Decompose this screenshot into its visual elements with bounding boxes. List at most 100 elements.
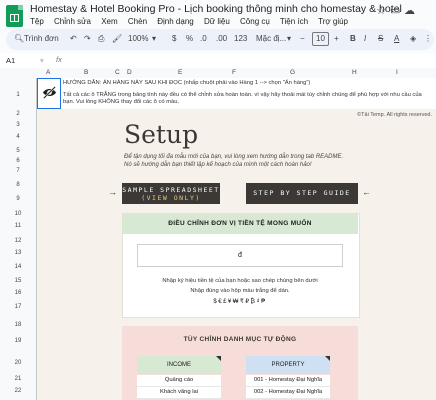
column-header-g[interactable]: G — [290, 69, 295, 76]
row-header-4[interactable]: 4 — [0, 134, 36, 140]
decrease-decimal-button[interactable]: .0 — [200, 34, 207, 43]
column-header-h[interactable]: H — [352, 69, 357, 76]
fill-color-icon[interactable]: ◈ — [410, 34, 416, 43]
currency-format-button[interactable]: $ — [172, 34, 176, 43]
row-header-22[interactable]: 22 — [0, 388, 36, 394]
move-folder-icon[interactable]: ▭ — [390, 4, 400, 17]
row-header-7[interactable]: 7 — [0, 168, 36, 174]
currency-instruction-line-1: Nhập ký hiệu tiền tệ của bạn hoặc sao ch… — [162, 278, 318, 284]
number-format-button[interactable]: 123 — [234, 34, 247, 43]
income-column-header[interactable]: INCOME — [137, 356, 221, 374]
sample-button-label: SAMPLE SPREADSHEET — [122, 186, 220, 194]
menu-edit[interactable]: Chỉnh sửa — [54, 17, 91, 26]
row-header-10[interactable]: 10 — [0, 211, 36, 217]
sheets-logo-icon[interactable] — [6, 5, 23, 27]
menu-format[interactable]: Định dạng — [157, 17, 193, 26]
font-dropdown-icon[interactable]: ▾ — [287, 34, 291, 43]
list-item[interactable]: Quảng cáo — [137, 375, 221, 387]
italic-button[interactable]: I — [364, 34, 366, 43]
list-item[interactable]: 001 - Homestay Đại Nghĩa — [246, 375, 330, 387]
print-icon[interactable]: ⎙ — [98, 34, 104, 44]
list-item[interactable]: 002 - Homestay Đại Nghĩa — [246, 387, 330, 399]
row-header-13[interactable]: 13 — [0, 250, 36, 256]
income-header-label: INCOME — [167, 362, 191, 368]
zoom-select[interactable]: 100% — [128, 34, 148, 43]
row-header-9[interactable]: 9 — [0, 196, 36, 202]
row-header-3[interactable]: 3 — [0, 122, 36, 128]
menu-insert[interactable]: Chèn — [128, 17, 147, 26]
instruction-line-2: Tất cả các ô TRẮNG trong bảng tính này đ… — [63, 91, 422, 106]
arrow-left-icon: ← — [362, 187, 371, 197]
row-header-19[interactable]: 19 — [0, 338, 36, 344]
row-header-21[interactable]: 21 — [0, 376, 36, 382]
text-color-button[interactable]: A — [394, 34, 399, 43]
currency-symbol-list: $€£¥₩₹₽₿₫₱ — [213, 299, 267, 305]
font-size-decrease-icon[interactable]: − — [300, 34, 305, 43]
income-list: Quảng cáo Khách vãng lai — [137, 375, 221, 399]
row-header-15[interactable]: 15 — [0, 278, 36, 284]
name-box-dropdown-icon[interactable]: ▾ — [40, 56, 44, 65]
column-header-i[interactable]: I — [396, 69, 398, 76]
menu-data[interactable]: Dữ liệu — [204, 17, 230, 26]
list-item[interactable]: Khách vãng lai — [137, 387, 221, 399]
menu-extensions[interactable]: Tiện ích — [280, 17, 308, 26]
search-icon[interactable]: 🔍︎ — [14, 34, 24, 43]
row-header-11[interactable]: 11 — [0, 223, 36, 229]
toolbar: 🔍︎ Trình đơn ↶ ↷ ⎙ 🖌︎ 100% ▾ $ % .0 .00 … — [6, 29, 434, 50]
row-header-17[interactable]: 17 — [0, 304, 36, 310]
fx-icon: fx — [56, 55, 62, 64]
row-header-16[interactable]: 16 — [0, 290, 36, 296]
redo-icon[interactable]: ↷ — [84, 34, 91, 43]
bold-button[interactable]: B — [350, 34, 356, 43]
font-size-input[interactable]: 10 — [312, 32, 329, 46]
star-icon[interactable]: ☆ — [376, 4, 386, 17]
font-size-increase-icon[interactable]: + — [334, 34, 339, 43]
font-select[interactable]: Mặc đị... — [256, 34, 286, 43]
menu-tools[interactable]: Công cụ — [240, 17, 270, 26]
column-header-c[interactable]: C — [115, 69, 120, 76]
instruction-line-1: HƯỚNG DẪN: ẨN HÀNG NÀY SAU KHI ĐỌC (nhấp… — [63, 80, 311, 86]
currency-instructions: Nhập ký hiệu tiền tệ của bạn hoặc sao ch… — [122, 276, 358, 296]
cloud-status-icon[interactable]: ☁ — [404, 4, 415, 17]
row-header-6[interactable]: 6 — [0, 158, 36, 164]
currency-symbol-input[interactable]: đ — [137, 244, 343, 267]
step-by-step-guide-button[interactable]: STEP BY STEP GUIDE — [246, 183, 358, 204]
setup-description-line-2: Nó sẽ hướng dẫn bạn thiết lập kế hoạch c… — [124, 162, 312, 168]
name-box[interactable]: A1 — [6, 56, 15, 65]
formula-input[interactable] — [70, 54, 430, 66]
currency-panel-heading: ĐIỀU CHỈNH ĐƠN VỊ TIỀN TỆ MONG MUỐN — [122, 213, 358, 234]
increase-decimal-button[interactable]: .00 — [216, 34, 227, 43]
row-header-14[interactable]: 14 — [0, 264, 36, 270]
column-header-e[interactable]: E — [178, 69, 182, 76]
zoom-dropdown-icon[interactable]: ▾ — [152, 34, 156, 43]
undo-icon[interactable]: ↶ — [70, 34, 77, 43]
menu-file[interactable]: Tệp — [30, 17, 44, 26]
property-header-label: PROPERTY — [271, 362, 305, 368]
row-header-2[interactable]: 2 — [0, 111, 36, 117]
copyright-text: ©Tải Temp. All rights reserved. — [357, 112, 432, 118]
column-header-d[interactable]: D — [127, 69, 132, 76]
percent-format-button[interactable]: % — [186, 34, 193, 43]
menu-help[interactable]: Trợ giúp — [318, 17, 348, 26]
row-header-1[interactable]: 1 — [0, 92, 36, 98]
setup-description-line-1: Để tận dụng tối đa mẫu mới của bạn, vui … — [124, 154, 344, 160]
sample-spreadsheet-button[interactable]: SAMPLE SPREADSHEET (VIEW ONLY) — [122, 183, 220, 204]
column-header-a[interactable]: A — [46, 69, 50, 76]
paint-format-icon[interactable]: 🖌︎ — [112, 34, 122, 43]
column-header-f[interactable]: F — [232, 69, 236, 76]
comment-marker-icon — [325, 356, 330, 361]
property-column-header[interactable]: PROPERTY — [246, 356, 330, 374]
menu-search-label[interactable]: Trình đơn — [24, 34, 59, 43]
more-options-icon[interactable]: ⋮ — [424, 34, 432, 43]
row-header-8[interactable]: 8 — [0, 182, 36, 188]
document-title[interactable]: Homestay & Hotel Booking Pro - Lịch book… — [30, 3, 402, 15]
row-header-5[interactable]: 5 — [0, 148, 36, 154]
property-list: 001 - Homestay Đại Nghĩa 002 - Homestay … — [246, 375, 330, 399]
column-header-b[interactable]: B — [84, 69, 88, 76]
row-header-20[interactable]: 20 — [0, 360, 36, 366]
strikethrough-button[interactable]: S — [378, 34, 383, 43]
row-header-18[interactable]: 18 — [0, 322, 36, 328]
row-header-12[interactable]: 12 — [0, 238, 36, 244]
arrow-right-icon: → — [108, 187, 117, 197]
menu-view[interactable]: Xem — [101, 17, 117, 26]
